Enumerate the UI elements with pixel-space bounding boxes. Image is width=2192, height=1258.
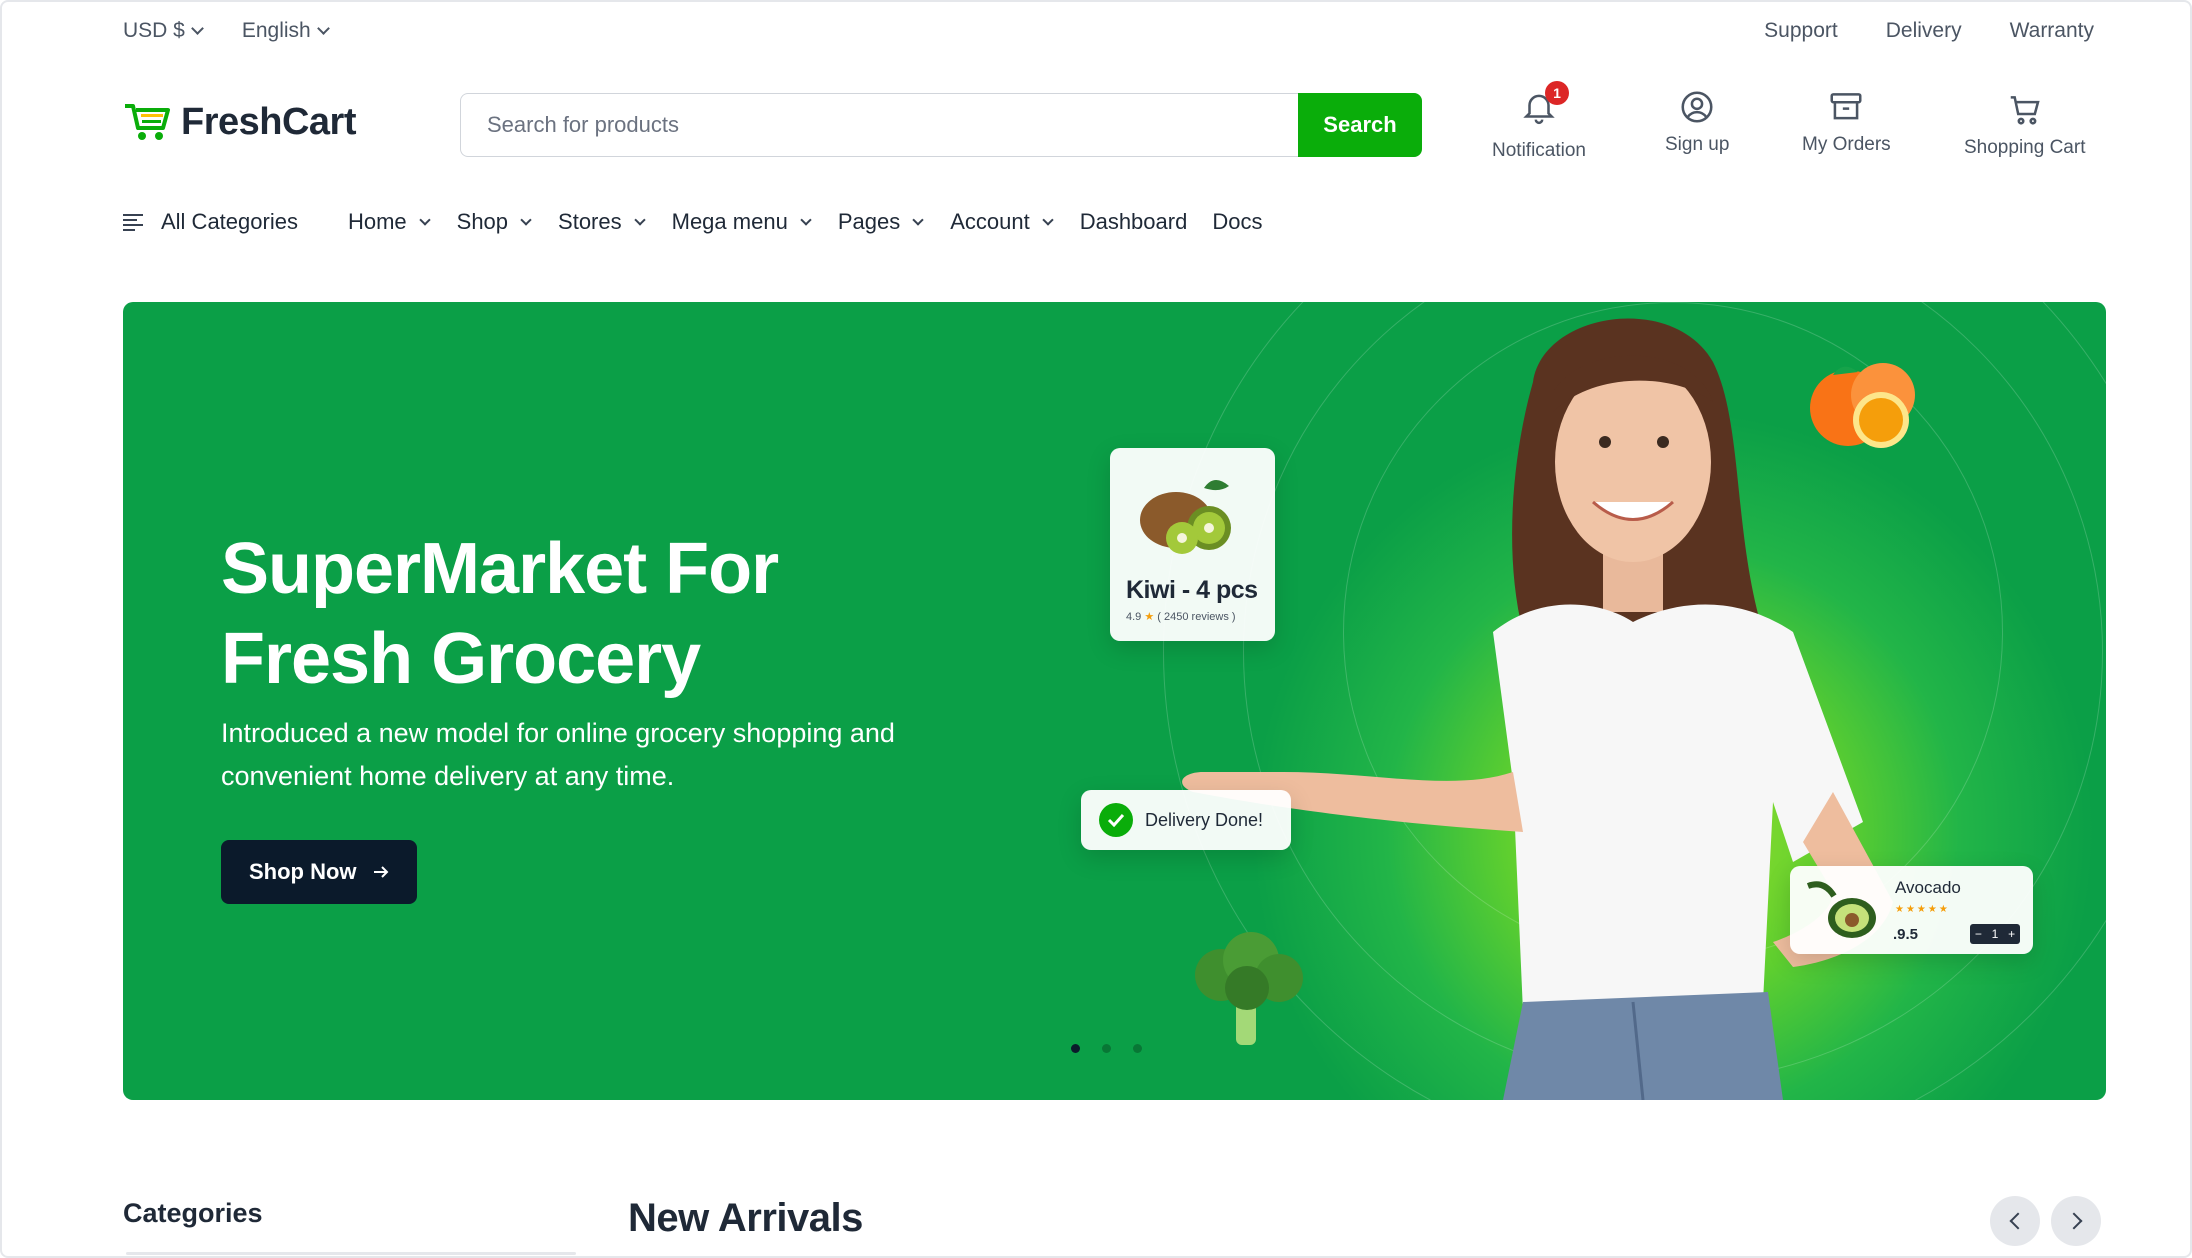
carousel-dot[interactable] [1102,1044,1111,1053]
chevron-down-icon [633,213,646,226]
kiwi-image [1140,479,1231,554]
currency-label: USD $ [123,19,185,42]
nav-item-account[interactable]: Account [950,209,1054,235]
my-orders-label: My Orders [1802,134,1891,155]
shopping-cart-label: Shopping Cart [1964,137,2086,158]
nav-item-docs[interactable]: Docs [1212,209,1262,235]
nav-item-label: Pages [837,209,901,234]
hero-banner: SuperMarket For Fresh Grocery Introduced… [123,302,2106,1100]
chevron-down-icon [520,213,532,226]
chevron-down-icon [418,213,431,226]
shopping-cart-button[interactable]: Shopping Cart [1964,91,2085,159]
delivery-done-text: Delivery Done! [1145,809,1264,830]
kiwi-rating-value: 4.9 [1126,611,1142,623]
orange-illustration [1810,363,1915,448]
hero-subtitle: Introduced a new model for online grocer… [221,718,895,791]
carousel-dot[interactable] [1133,1044,1142,1053]
chevron-down-icon [1042,213,1054,226]
arrow-right-icon [373,866,388,878]
signup-label: Sign up [1665,134,1730,155]
page-frame: USD $ English Support Delivery Warranty … [0,0,2192,1258]
chevron-down-icon [190,22,204,35]
notification-badge: 1 [1545,81,1569,105]
avocado-stars: ★★★★★ [1895,904,1950,915]
shopping-cart-icon [2010,96,2040,125]
next-button[interactable] [2051,1196,2101,1246]
chevron-left-icon [2009,1212,2026,1230]
hero-title-line2: Fresh Grocery [221,619,701,699]
nav-item-home[interactable]: Home [347,209,431,235]
shop-now-label: Shop Now [249,859,357,884]
categories-title: Categories [123,1198,263,1228]
shop-now-button[interactable]: Shop Now [221,840,417,904]
search-bar: Search [460,93,1422,157]
new-arrivals-title: New Arrivals [628,1196,863,1240]
nav-item-pages[interactable]: Pages [837,209,924,235]
search-button[interactable]: Search [1298,93,1422,157]
warranty-link[interactable]: Warranty [2010,19,2094,43]
my-orders-button[interactable]: My Orders [1802,88,1891,156]
hero-title-line1: SuperMarket For [221,529,779,609]
support-link[interactable]: Support [1764,19,1838,43]
chevron-down-icon [800,213,812,226]
logo[interactable]: FreshCart [123,100,357,144]
categories-divider [126,1252,576,1255]
avocado-qty-value: 1 [1991,927,1999,941]
notification-label: Notification [1492,140,1586,161]
signup-button[interactable]: Sign up [1665,88,1729,156]
delivery-link[interactable]: Delivery [1886,19,1962,43]
top-bar-links: Support Delivery Warranty [1764,19,2094,43]
nav-item-label: Home [347,209,407,234]
search-input[interactable] [460,93,1298,157]
nav-item-label: Mega menu [671,209,788,234]
prev-button[interactable] [1990,1196,2040,1246]
kiwi-rating: 4.9 ★ ( 2450 reviews ) [1126,610,1236,623]
delivery-done-card: Delivery Done! [1081,790,1291,850]
language-label: English [241,19,311,42]
notification-button[interactable]: 1 Notification [1492,81,1586,162]
user-circle-icon [1681,91,1713,123]
avocado-price: .9.5 [1893,926,1919,943]
nav-item-label: Account [950,209,1030,234]
nav-item-label: Shop [456,209,509,234]
plus-icon[interactable]: + [2008,927,2015,941]
all-categories-label: All Categories [161,209,298,234]
logo-text: FreshCart [181,100,357,143]
chevron-down-icon [316,22,330,35]
all-categories-button[interactable]: All Categories [123,209,298,235]
nav-item-shop[interactable]: Shop [456,209,532,235]
chevron-down-icon [912,213,924,226]
main-nav: All Categories Home Shop Stores Mega men… [123,204,1287,240]
archive-box-icon [1830,93,1862,120]
language-dropdown[interactable]: English [241,19,330,43]
currency-dropdown[interactable]: USD $ [123,19,204,43]
avocado-product-card: Avocado ★★★★★ .9.5 − 1 + [1790,866,2033,954]
top-bar: USD $ English Support Delivery Warranty [123,12,2094,50]
top-bar-left: USD $ English [123,19,330,43]
broccoli-illustration [1195,932,1303,1045]
nav-item-label: Stores [558,209,622,234]
notification-icon-wrap: 1 [1520,81,1569,132]
check-icon [1099,803,1133,837]
chevron-right-icon [2065,1212,2082,1230]
nav-item-dashboard[interactable]: Dashboard [1080,209,1188,235]
kiwi-product-card: Kiwi - 4 pcs 4.9 ★ ( 2450 reviews ) [1110,448,1275,641]
nav-item-mega-menu[interactable]: Mega menu [671,209,812,235]
carousel-dots [1071,1044,1142,1053]
minus-icon[interactable]: − [1975,927,1982,941]
avocado-image [1806,881,1876,938]
kiwi-name: Kiwi - 4 pcs [1126,576,1258,604]
nav-item-stores[interactable]: Stores [558,209,646,235]
kiwi-reviews: ( 2450 reviews ) [1157,611,1236,623]
menu-lines-icon [123,214,143,231]
carousel-dot[interactable] [1071,1044,1080,1053]
cart-logo-icon [125,104,170,140]
avocado-quantity-stepper[interactable]: − 1 + [1970,924,2020,944]
avocado-name: Avocado [1895,878,1961,897]
star-icon: ★ [1144,611,1155,623]
hero-title: SuperMarket For Fresh Grocery [221,524,1021,704]
